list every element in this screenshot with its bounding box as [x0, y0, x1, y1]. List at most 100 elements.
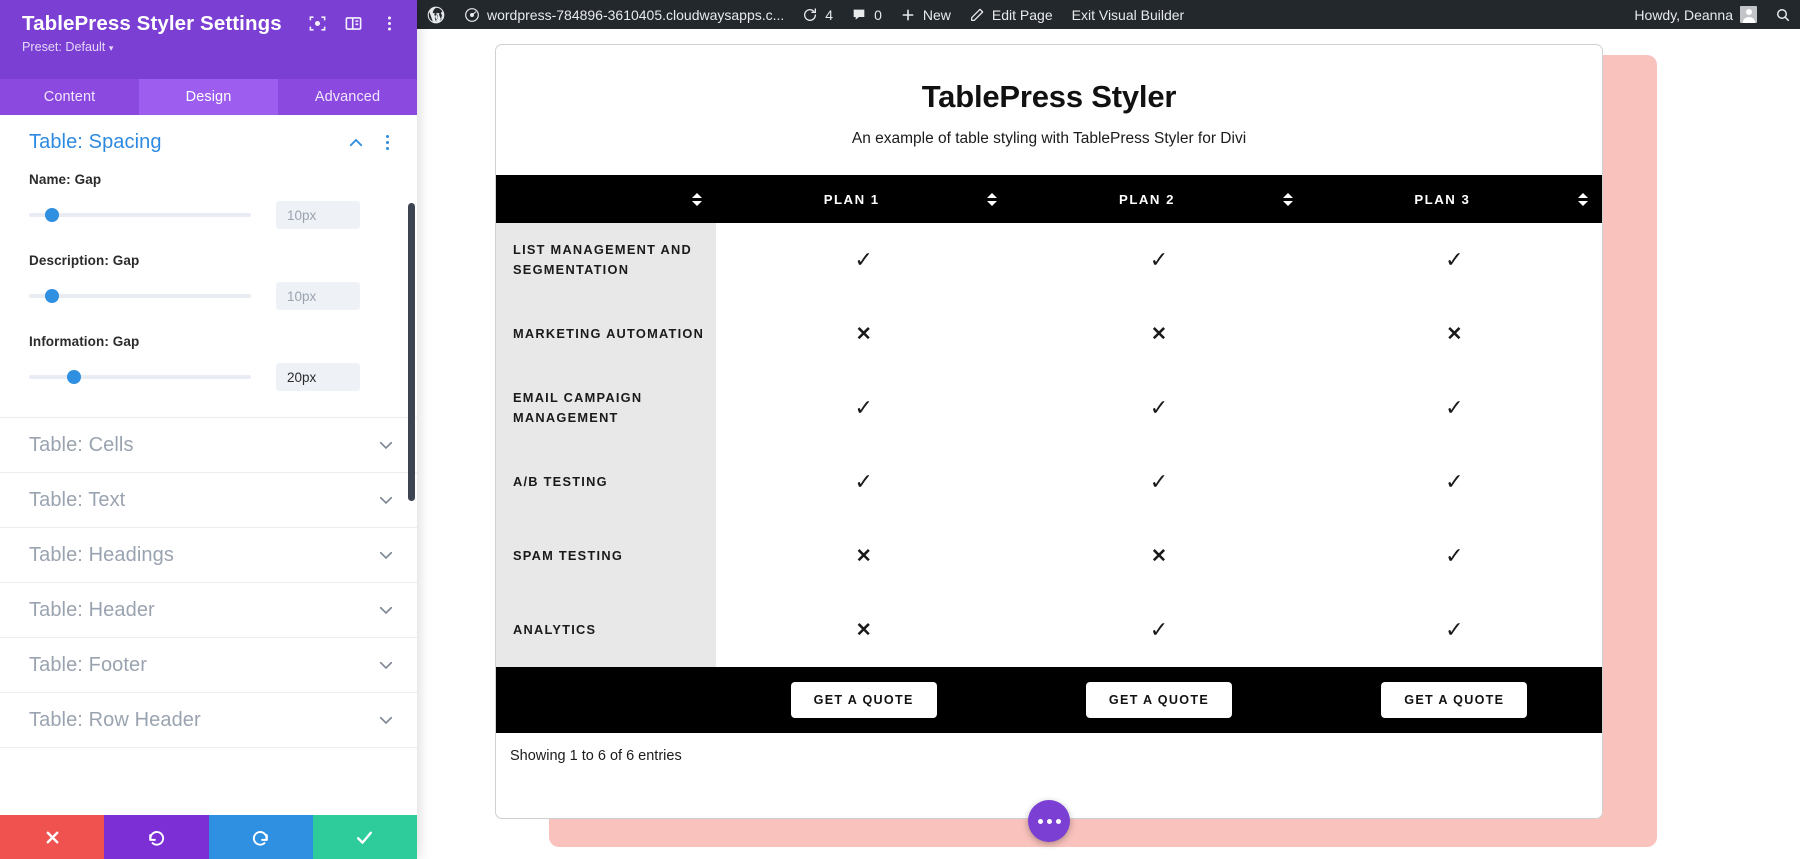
- column-header-plan-2-label: Plan 2: [1119, 191, 1175, 207]
- cell-plan-1: ✕: [716, 593, 1012, 667]
- panel-tabs: Content Design Advanced: [0, 79, 417, 115]
- save-button[interactable]: [312, 815, 417, 859]
- settings-panel: TablePress Styler Settings Preset: Defau…: [0, 0, 417, 859]
- table-footer-row: Get a Quote Get a Quote Get a Quote: [496, 667, 1602, 733]
- field-name-gap: Name: Gap 10px: [29, 172, 395, 229]
- comments-count: 0: [874, 6, 882, 23]
- check-icon: ✓: [1445, 395, 1464, 420]
- cross-icon: ✕: [1151, 545, 1167, 567]
- comments-menu[interactable]: 0: [842, 0, 891, 29]
- check-icon: ✓: [854, 247, 873, 272]
- value-input-name-gap[interactable]: 10px: [276, 201, 360, 229]
- sort-arrows-icon[interactable]: [692, 191, 703, 207]
- row-header-cell: A/B Testing: [496, 445, 716, 519]
- group-options-kebab-icon[interactable]: [379, 134, 395, 152]
- cell-plan-1: ✕: [716, 297, 1012, 371]
- get-a-quote-button-plan-1[interactable]: Get a Quote: [790, 682, 937, 718]
- chevron-down-icon: [377, 601, 395, 619]
- layout-columns-icon[interactable]: [344, 14, 363, 33]
- field-label-information-gap: Information: Gap: [29, 334, 140, 349]
- new-content-menu[interactable]: New: [891, 0, 960, 29]
- slider-thumb[interactable]: [45, 208, 59, 222]
- exit-visual-builder-link[interactable]: Exit Visual Builder: [1062, 0, 1195, 29]
- slider-track: [29, 375, 251, 379]
- group-row-table-cells[interactable]: Table: Cells: [0, 418, 417, 473]
- field-label-name-gap: Name: Gap: [29, 172, 102, 187]
- row-header-cell: Spam Testing: [496, 519, 716, 593]
- column-header-plan-2[interactable]: Plan 2: [1011, 175, 1307, 223]
- account-menu[interactable]: Howdy, Deanna: [1625, 0, 1766, 29]
- footer-cell-plan-1: Get a Quote: [716, 667, 1012, 733]
- redo-button[interactable]: [208, 815, 313, 859]
- panel-body: Table: Spacing Name: Gap 10px Descriptio…: [0, 115, 417, 815]
- updates-menu[interactable]: 4: [793, 0, 842, 29]
- group-title-table-text: Table: Text: [29, 488, 126, 511]
- dashboard-house-icon: [464, 7, 480, 23]
- column-header-plan-3[interactable]: Plan 3: [1306, 175, 1602, 223]
- sort-arrows-icon[interactable]: [1282, 191, 1294, 207]
- get-a-quote-button-plan-2[interactable]: Get a Quote: [1085, 682, 1233, 718]
- group-row-table-headings[interactable]: Table: Headings: [0, 528, 417, 583]
- cross-icon: ✕: [855, 545, 872, 567]
- site-name-menu[interactable]: wordpress-784896-3610405.cloudwaysapps.c…: [455, 0, 793, 29]
- chevron-down-icon: ▾: [108, 43, 114, 53]
- table-info-text: Showing 1 to 6 of 6 entries: [510, 748, 682, 764]
- footer-cell-empty: [496, 667, 716, 733]
- group-title-table-footer: Table: Footer: [29, 653, 148, 676]
- cell-plan-3: ✓: [1306, 445, 1602, 519]
- slider-track: [29, 294, 251, 298]
- cell-plan-1: ✓: [716, 445, 1012, 519]
- group-row-table-text[interactable]: Table: Text: [0, 473, 417, 528]
- cell-plan-1: ✕: [716, 519, 1012, 593]
- table-row: A/B Testing ✓ ✓ ✓: [496, 445, 1602, 519]
- plus-icon: [900, 7, 916, 23]
- table-foot: Get a Quote Get a Quote Get a Quote: [496, 667, 1602, 733]
- undo-button[interactable]: [104, 815, 209, 859]
- search-button[interactable]: [1766, 0, 1800, 29]
- cell-plan-3: ✓: [1306, 223, 1602, 297]
- slider-thumb[interactable]: [67, 370, 81, 384]
- cancel-button[interactable]: [0, 815, 105, 859]
- column-header-feature[interactable]: [496, 175, 716, 223]
- get-a-quote-button-plan-3[interactable]: Get a Quote: [1381, 682, 1528, 718]
- tab-advanced[interactable]: Advanced: [278, 79, 417, 115]
- panel-scrollbar[interactable]: [408, 203, 415, 501]
- row-header-cell: Analytics: [496, 593, 716, 667]
- sort-arrows-icon[interactable]: [987, 191, 998, 207]
- wordpress-logo-menu[interactable]: [417, 0, 455, 29]
- edit-page-link[interactable]: Edit Page: [960, 0, 1062, 29]
- chevron-up-icon[interactable]: [347, 134, 365, 152]
- cell-plan-2: ✓: [1011, 593, 1307, 667]
- footer-cell-plan-2: Get a Quote: [1011, 667, 1307, 733]
- page-canvas: TablePress Styler An example of table st…: [417, 29, 1800, 859]
- slider-description-gap[interactable]: [29, 288, 251, 304]
- slider-information-gap[interactable]: [29, 369, 251, 385]
- value-input-description-gap[interactable]: 10px: [276, 282, 360, 310]
- tab-design[interactable]: Design: [139, 79, 278, 115]
- preset-selector[interactable]: Preset: Default ▾: [22, 40, 399, 54]
- divi-floating-menu-button[interactable]: [1028, 800, 1070, 842]
- cell-plan-2: ✓: [1011, 371, 1307, 445]
- value-input-information-gap[interactable]: 20px: [276, 363, 360, 391]
- focus-target-icon[interactable]: [308, 14, 327, 33]
- column-header-plan-1[interactable]: Plan 1: [716, 175, 1012, 223]
- chevron-down-icon: [377, 491, 395, 509]
- group-row-table-header[interactable]: Table: Header: [0, 583, 417, 638]
- group-row-table-footer[interactable]: Table: Footer: [0, 638, 417, 693]
- table-body: List Management and Segmentation ✓ ✓ ✓ Marke…: [496, 223, 1602, 667]
- cell-plan-2: ✓: [1011, 445, 1307, 519]
- sort-arrows-icon[interactable]: [1578, 191, 1589, 207]
- check-icon: ✓: [854, 395, 873, 420]
- site-name-label: wordpress-784896-3610405.cloudwaysapps.c…: [487, 6, 785, 23]
- kebab-menu-icon[interactable]: [380, 14, 399, 33]
- tab-content[interactable]: Content: [0, 79, 139, 115]
- howdy-label: Howdy, Deanna: [1634, 6, 1733, 23]
- group-title-table-spacing: Table: Spacing: [29, 131, 162, 153]
- group-row-table-row-header[interactable]: Table: Row Header: [0, 693, 417, 748]
- cross-icon: ✕: [1151, 323, 1167, 345]
- slider-thumb[interactable]: [45, 289, 59, 303]
- exit-visual-builder-label: Exit Visual Builder: [1071, 6, 1185, 23]
- table-row: Marketing Automation ✕ ✕ ✕: [496, 297, 1602, 371]
- slider-name-gap[interactable]: [29, 207, 251, 223]
- edit-page-label: Edit Page: [991, 6, 1053, 23]
